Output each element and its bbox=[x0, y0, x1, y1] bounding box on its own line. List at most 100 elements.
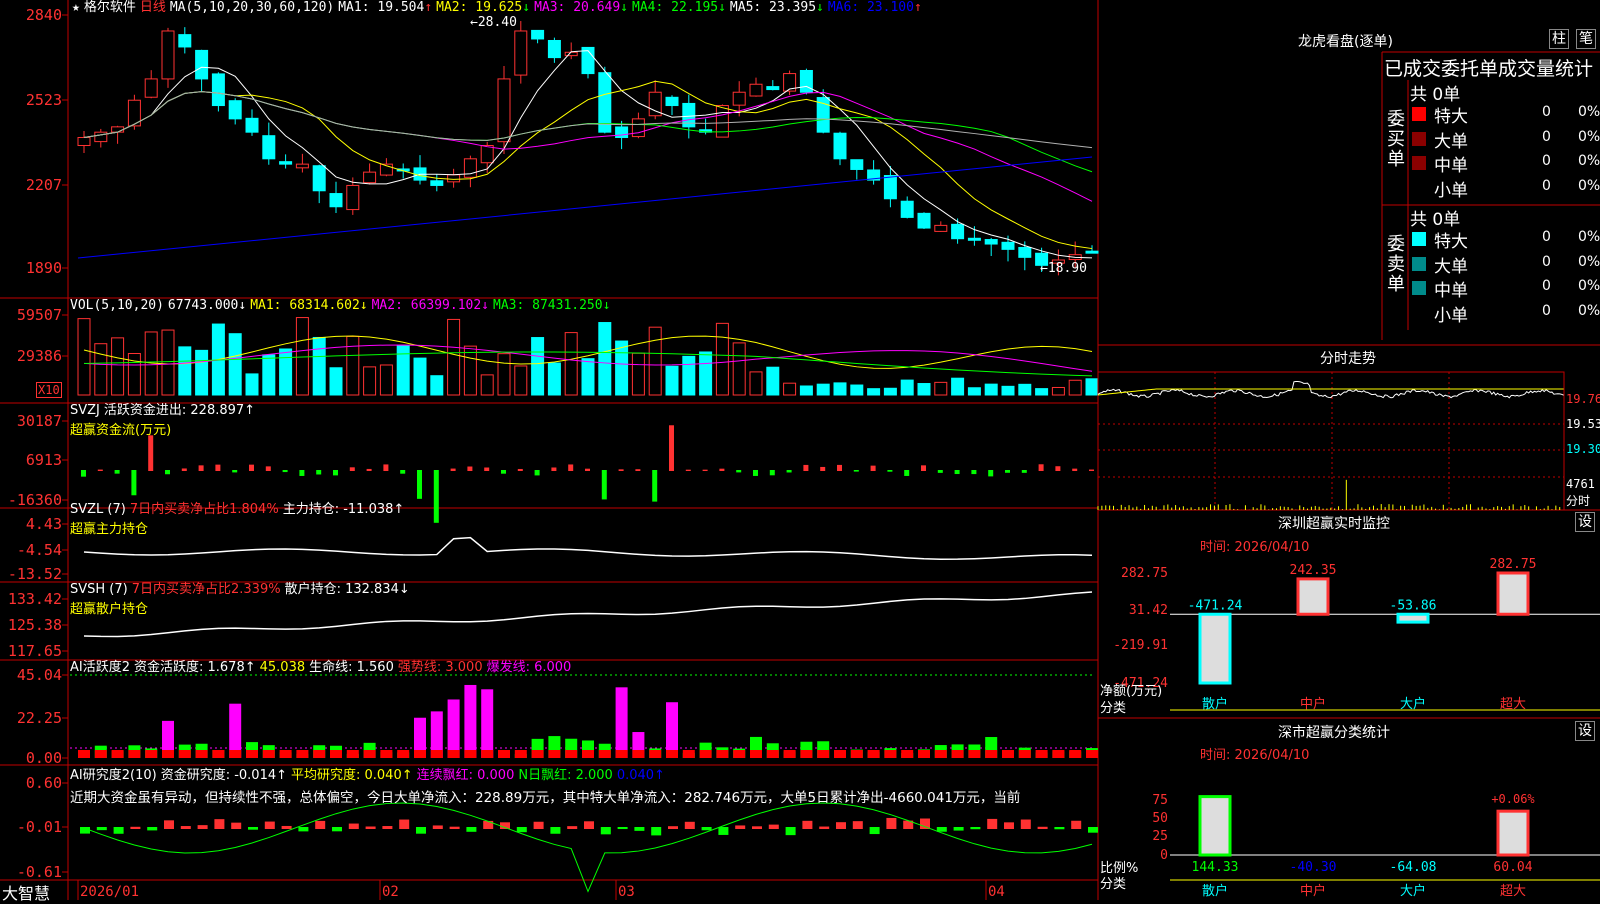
svzj-bar bbox=[887, 470, 893, 472]
intraday-title: 分时走势 bbox=[1320, 351, 1376, 367]
volume-bar bbox=[883, 387, 897, 396]
sz-class-cat: 中户 bbox=[1300, 883, 1326, 899]
sell-row-value: 0 bbox=[1542, 302, 1551, 319]
star-icon[interactable]: ★ bbox=[72, 0, 80, 15]
price-axis-label: 2840 bbox=[26, 6, 62, 24]
ai2-base-bar bbox=[94, 750, 107, 758]
air-last: 0.040↑ bbox=[616, 768, 665, 783]
ai2-base-bar bbox=[783, 750, 796, 758]
period-label[interactable]: 日线 bbox=[140, 0, 166, 15]
ai2-bar bbox=[447, 699, 460, 758]
candle-body bbox=[346, 184, 360, 211]
volume-bar bbox=[631, 352, 645, 396]
candle-body bbox=[245, 117, 259, 133]
sz-monitor-axis-label: -219.91 bbox=[1113, 638, 1168, 653]
svzj-bar bbox=[131, 470, 137, 496]
sell-row-name: 大单 bbox=[1434, 256, 1468, 277]
sz-monitor-cat: 中户 bbox=[1300, 696, 1326, 712]
vol-axis-label: 59507 bbox=[17, 306, 62, 324]
sz-class-axis-label: 75 bbox=[1152, 793, 1168, 808]
ai2-base-bar bbox=[750, 750, 762, 758]
app-logo[interactable]: 大智慧 bbox=[2, 880, 50, 904]
high-price-label: ←28.40 bbox=[470, 15, 517, 30]
ai2-base-bar bbox=[850, 750, 863, 758]
sell-swatch-0 bbox=[1412, 232, 1426, 246]
ai2-base-bar bbox=[598, 750, 611, 758]
column-view-button[interactable]: 柱 bbox=[1549, 29, 1569, 49]
sell-row-value: 0 bbox=[1542, 229, 1551, 245]
svzj-axis-label: 6913 bbox=[26, 451, 62, 469]
svzl-axis-label: -13.52 bbox=[8, 565, 62, 583]
volume-bar bbox=[396, 344, 410, 396]
buy-swatch-2 bbox=[1412, 156, 1426, 170]
volume-bar bbox=[1068, 379, 1082, 396]
buy-row-name: 特大 bbox=[1434, 107, 1468, 127]
pen-view-button[interactable]: 笔 bbox=[1576, 29, 1596, 49]
svzl-sub: 超赢主力持仓 bbox=[70, 522, 149, 537]
volume-bar bbox=[783, 382, 797, 396]
candle-body bbox=[850, 159, 864, 170]
ai-research-comment: 近期大资金虽有异动，但持续性不强，总体偏空，今日大单净流入：228.89万元，其… bbox=[70, 790, 1021, 806]
sell-side-label: 委卖单 bbox=[1387, 234, 1405, 295]
sz-class-settings-button[interactable]: 设 bbox=[1575, 721, 1595, 741]
intraday-vol-unit: 分时 bbox=[1566, 494, 1590, 508]
candle-body bbox=[463, 158, 477, 178]
candle-body bbox=[564, 51, 578, 57]
svzj-bar bbox=[1089, 469, 1094, 471]
volume-bar bbox=[1051, 386, 1065, 396]
svzj-bar bbox=[450, 468, 456, 471]
volume-bar bbox=[295, 317, 309, 396]
svzj-bar bbox=[400, 470, 406, 474]
air-bar bbox=[1054, 827, 1065, 830]
air-bar bbox=[533, 821, 544, 829]
ma-value-3: MA3: 20.649↓ bbox=[534, 0, 628, 15]
svzj-axis-label: -16360 bbox=[8, 491, 62, 509]
svzj-bar bbox=[148, 435, 154, 471]
volume-bar bbox=[564, 332, 578, 396]
air-bar bbox=[96, 827, 107, 831]
air-bar bbox=[852, 821, 863, 829]
ai2-bar bbox=[615, 687, 628, 758]
ai2-base-bar bbox=[464, 750, 477, 758]
ai2-base-bar bbox=[565, 750, 578, 758]
buy-row-value: 0 bbox=[1542, 128, 1551, 145]
volume-bar bbox=[447, 318, 461, 396]
svzl-desc2: 主力持仓: -11.038↑ bbox=[282, 502, 405, 517]
sz-class-bar bbox=[1496, 809, 1530, 857]
sz-monitor-time: 时间: 2026/04/10 bbox=[1200, 540, 1310, 555]
stock-name[interactable]: 格尔软件 bbox=[84, 0, 136, 15]
stock-chart-canvas[interactable]: 2840 2523 2207 1890 59507 29386 30187 6913 -1636… bbox=[0, 0, 1600, 900]
buy-orders-table: 委买单 共 0单 特大 0 0% 大单 0 0% 中单 0 0% 小单 0 0% bbox=[1384, 80, 1600, 206]
vol-unit-badge[interactable]: X10 bbox=[36, 382, 62, 398]
volume-bar bbox=[363, 366, 377, 396]
ai2-base-bar bbox=[279, 750, 292, 758]
svzj-sub: 超赢资金流(万元) bbox=[70, 423, 172, 438]
air-bar bbox=[164, 820, 174, 829]
svzj-bar bbox=[366, 468, 372, 471]
ai2-base-bar bbox=[380, 750, 393, 758]
svsh-label: SVSH (7) bbox=[70, 582, 128, 597]
sz-monitor-settings-button[interactable]: 设 bbox=[1575, 512, 1595, 532]
sz-monitor-title: 深圳超赢实时监控 bbox=[1278, 516, 1390, 532]
air-bar bbox=[785, 827, 796, 836]
svzj-axis-label: 30187 bbox=[17, 412, 62, 430]
ai2-base-bar bbox=[985, 750, 998, 758]
svzj-bar bbox=[669, 425, 674, 471]
ai2-base-bar bbox=[498, 750, 510, 758]
air-bar bbox=[735, 825, 746, 829]
svzj-bar bbox=[114, 470, 120, 474]
ai2-base-bar bbox=[447, 750, 460, 758]
volume-bar bbox=[816, 383, 830, 396]
sz-class-bar bbox=[1198, 795, 1232, 857]
volume-bar bbox=[531, 337, 545, 396]
ai2-base-bar bbox=[246, 750, 258, 758]
air-bar bbox=[584, 821, 594, 829]
svzj-bar bbox=[786, 470, 792, 473]
air-bar bbox=[819, 826, 830, 829]
air-bar bbox=[1071, 820, 1082, 829]
sz-class-cat: 大户 bbox=[1400, 883, 1426, 899]
ma-value-6: MA6: 23.100↑ bbox=[827, 0, 922, 15]
candle-body bbox=[329, 193, 343, 208]
ai2-base-bar bbox=[934, 750, 947, 758]
vol-ma1: MA1: 68314.602↓ bbox=[250, 298, 368, 313]
